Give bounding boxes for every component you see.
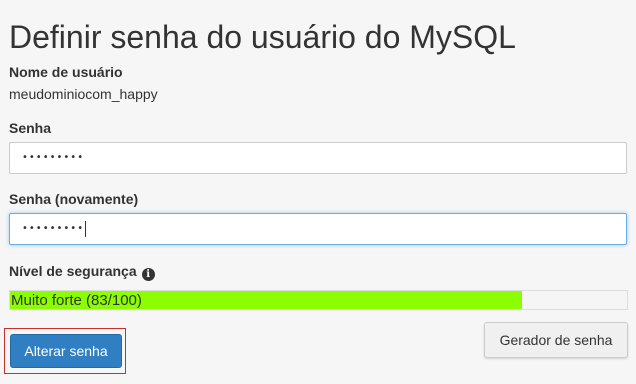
text-cursor [85, 221, 87, 237]
strength-label-row: Nível de segurança i [9, 263, 155, 281]
info-icon[interactable]: i [141, 268, 155, 281]
username-value: meudominiocom_happy [9, 86, 158, 102]
strength-text: Muito forte (83/100) [11, 292, 142, 309]
password-label: Senha [9, 120, 52, 136]
password-confirm-field[interactable]: ••••••••• [9, 213, 627, 245]
password-field[interactable]: ••••••••• [9, 142, 627, 174]
password-masked-value: ••••••••• [22, 152, 85, 163]
strength-label: Nível de segurança [9, 263, 137, 279]
password-confirm-label: Senha (novamente) [9, 191, 139, 207]
change-password-highlight: Alterar senha [4, 328, 126, 374]
page-title: Definir senha do usuário do MySQL [9, 19, 516, 55]
password-confirm-masked-value: ••••••••• [22, 223, 85, 234]
change-password-button[interactable]: Alterar senha [10, 334, 122, 368]
username-label: Nome de usuário [9, 64, 123, 80]
password-generator-button[interactable]: Gerador de senha [484, 322, 628, 358]
strength-meter: Muito forte (83/100) [9, 290, 628, 310]
